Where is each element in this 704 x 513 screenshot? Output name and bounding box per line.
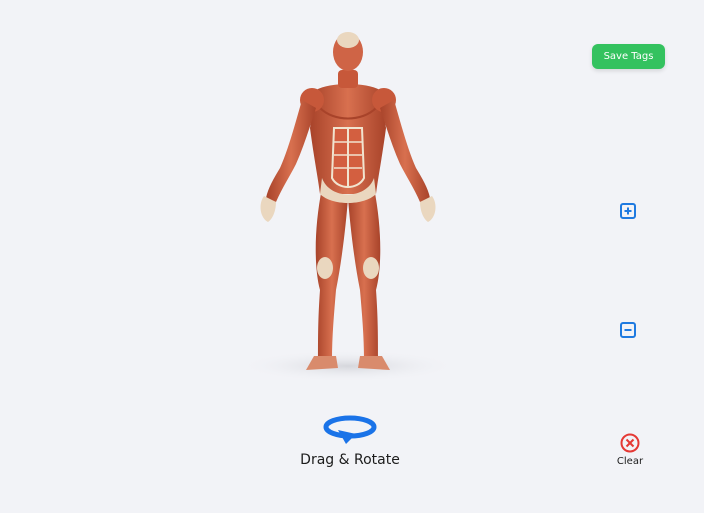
clear-label: Clear [616, 456, 644, 467]
zoom-out-button[interactable] [618, 320, 638, 340]
zoom-in-button[interactable] [618, 201, 638, 221]
anatomy-viewer: Save Tags Drag & Rotate Clear [0, 0, 704, 513]
drag-rotate-control[interactable]: Drag & Rotate [290, 412, 410, 476]
clear-button[interactable]: Clear [605, 432, 655, 476]
plus-square-icon [620, 203, 636, 219]
minus-square-icon [620, 322, 636, 338]
close-circle-icon [620, 433, 640, 453]
anatomy-model[interactable] [230, 28, 470, 388]
rotate-label: Drag & Rotate [300, 452, 400, 468]
save-tags-button[interactable]: Save Tags [592, 44, 665, 69]
rotate-arrow-icon [323, 415, 377, 444]
human-muscle-figure [238, 32, 458, 382]
